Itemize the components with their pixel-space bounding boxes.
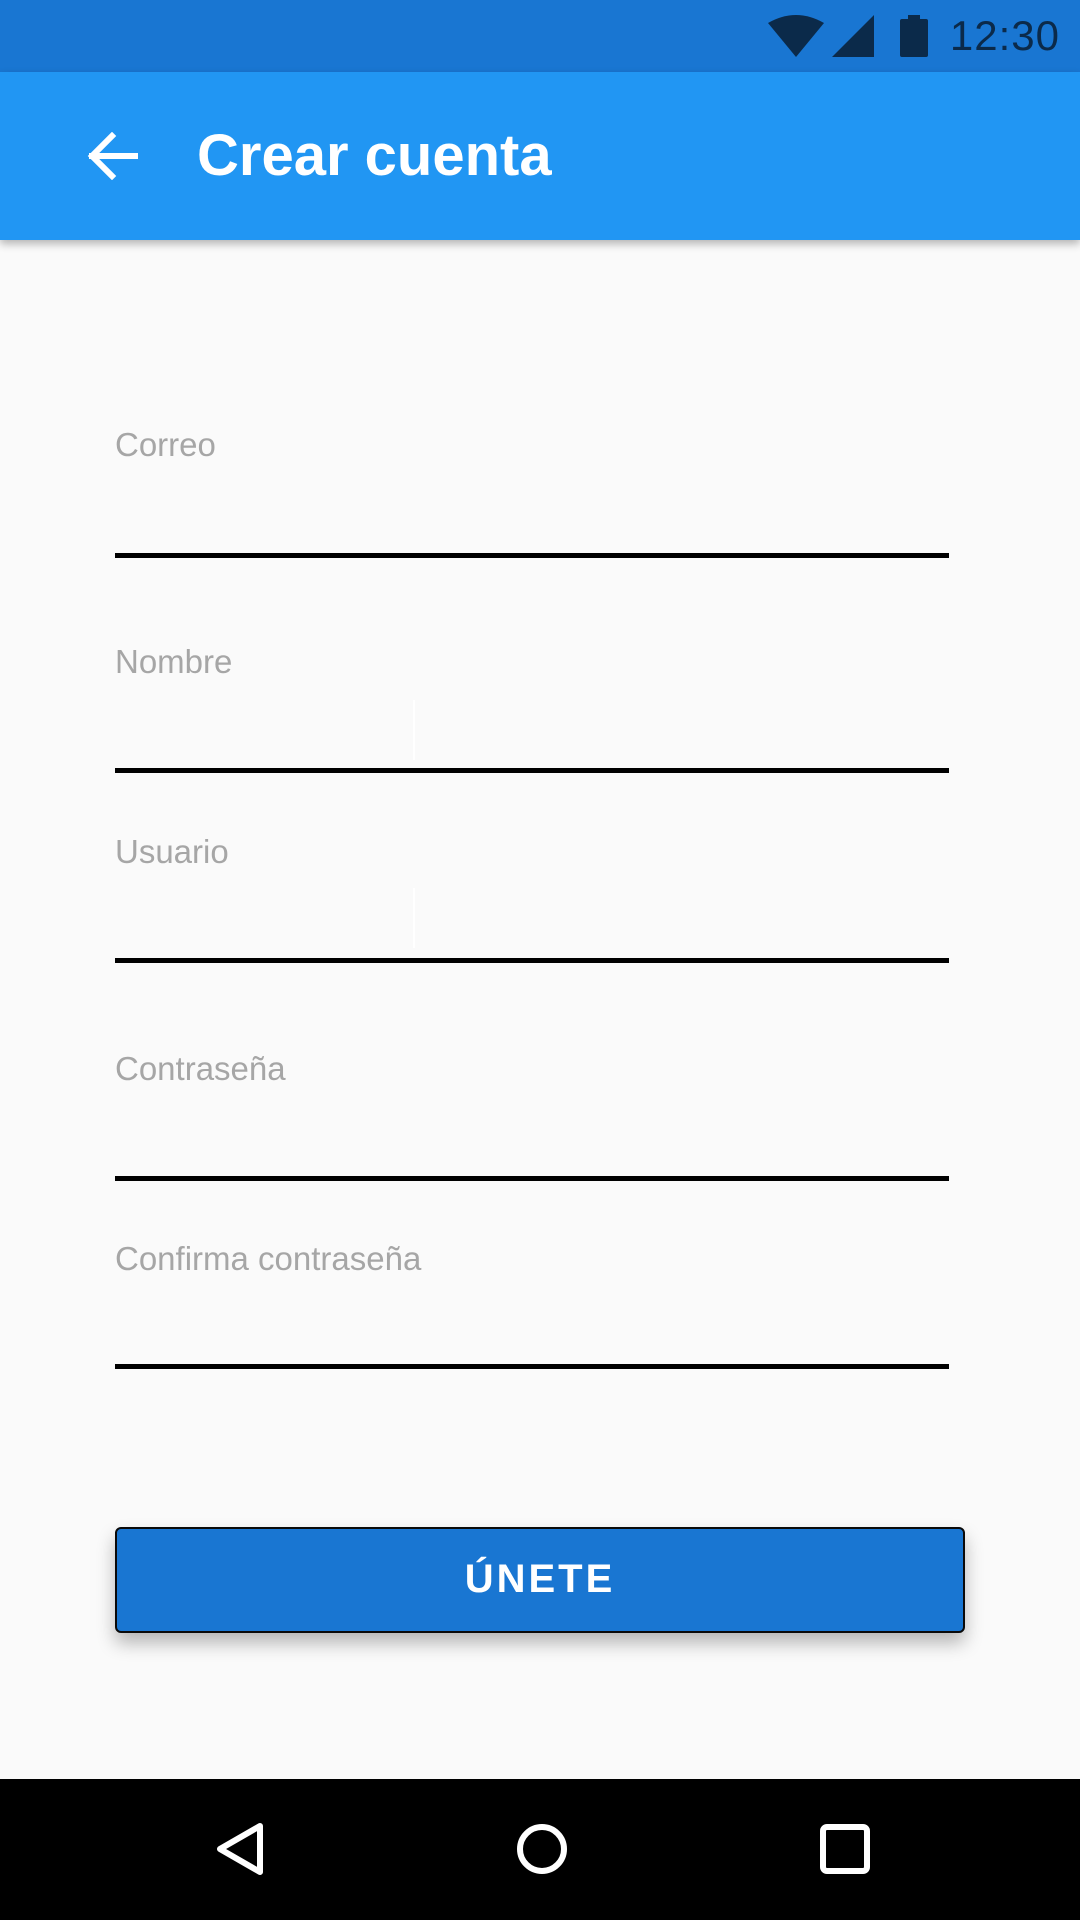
wifi-icon [767, 15, 824, 57]
password-label: Contraseña [115, 1050, 286, 1087]
status-icons: 12:30 [767, 0, 1060, 72]
password-input[interactable] [115, 1109, 949, 1169]
home-circle-icon [517, 1824, 567, 1874]
page-title: Crear cuenta [197, 123, 552, 188]
navigation-bar [0, 1779, 1080, 1920]
email-label: Correo [115, 426, 216, 463]
username-label: Usuario [115, 833, 229, 870]
nav-recents-button[interactable] [795, 1799, 895, 1899]
app-bar: Crear cuenta [0, 72, 1080, 240]
back-triangle-icon [217, 1823, 263, 1875]
create-account-screen: 12:30 Crear cuenta Correo Nombre Usuario [0, 0, 1080, 1920]
username-input[interactable] [115, 888, 949, 948]
text-cursor [413, 888, 415, 948]
nav-home-button[interactable] [492, 1799, 592, 1899]
nav-back-button[interactable] [190, 1799, 290, 1899]
confirm-password-input[interactable] [115, 1297, 949, 1357]
arrow-left-icon [87, 132, 138, 180]
username-underline [115, 958, 949, 963]
back-button[interactable] [62, 106, 162, 206]
name-input[interactable] [115, 700, 949, 760]
email-input[interactable] [115, 485, 949, 545]
confirm-password-underline [115, 1364, 949, 1369]
email-underline [115, 553, 949, 558]
name-label: Nombre [115, 643, 233, 680]
status-bar: 12:30 [0, 0, 1080, 72]
confirm-password-label: Confirma contraseña [115, 1240, 422, 1277]
signal-icon [831, 15, 874, 57]
status-time: 12:30 [949, 12, 1060, 59]
recents-square-icon [820, 1824, 870, 1874]
text-cursor [413, 700, 415, 760]
join-button[interactable]: ÚNETE [115, 1527, 965, 1633]
battery-icon [899, 15, 928, 57]
password-underline [115, 1176, 949, 1181]
name-underline [115, 768, 949, 773]
